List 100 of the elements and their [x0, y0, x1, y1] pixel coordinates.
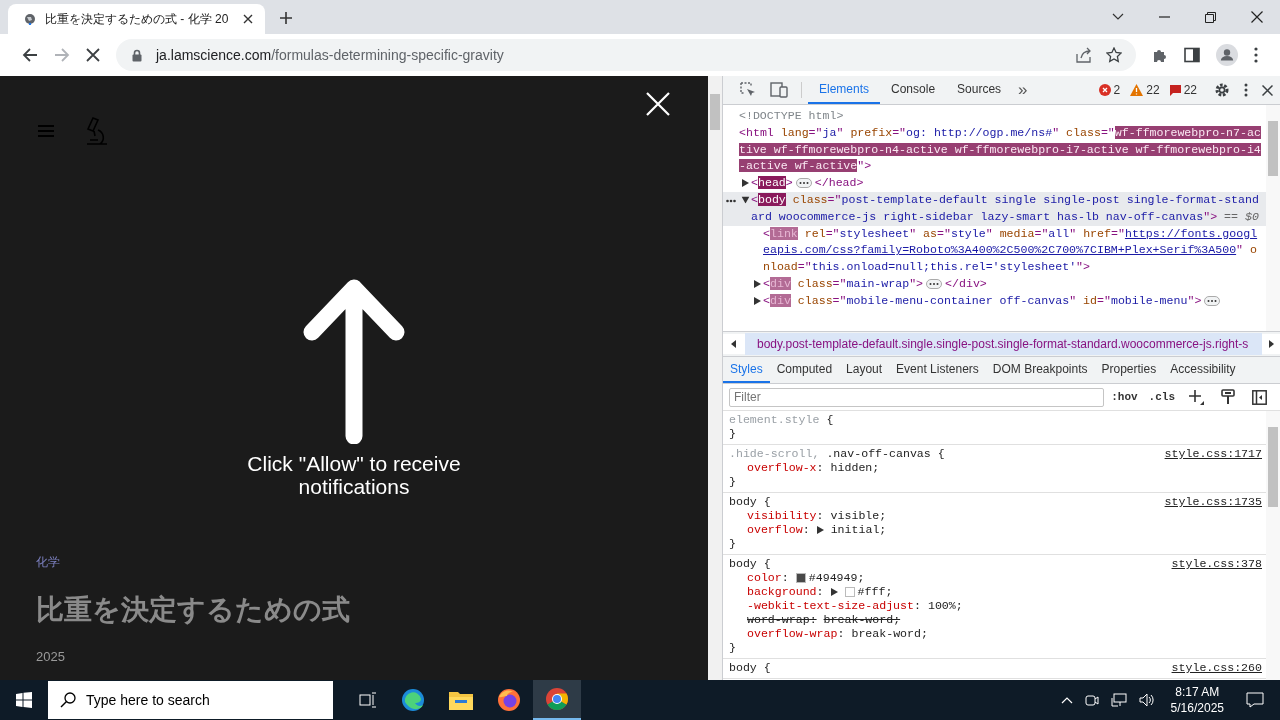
scroll-left-icon[interactable] [723, 334, 745, 354]
back-icon[interactable] [22, 47, 38, 63]
fox-browser-icon[interactable] [497, 688, 521, 712]
count-text: 22 [1183, 83, 1197, 97]
css-property: overflow-wrap: [747, 627, 845, 641]
volume-icon[interactable] [1138, 693, 1155, 707]
styles-tab[interactable]: Accessibility [1163, 357, 1243, 383]
css-property: overflow: [747, 523, 810, 537]
css-value: hidden; [829, 461, 880, 475]
network-icon[interactable] [1110, 693, 1127, 707]
styles-tab[interactable]: Properties [1094, 357, 1164, 383]
styles-tab[interactable]: Computed [769, 357, 840, 383]
stop-icon[interactable] [86, 48, 100, 62]
css-value: break-word; [850, 627, 928, 641]
clock-date[interactable]: 5/16/2025 [1170, 700, 1224, 716]
css-property: background: [747, 585, 824, 599]
styles-tab[interactable]: Styles [723, 357, 770, 383]
source-link[interactable]: style.css:1735 [1164, 495, 1262, 509]
scrollbar[interactable] [1266, 411, 1280, 680]
count-badge[interactable]: 22 [1169, 83, 1197, 97]
css-selector: .hide-scroll, .nav-off-canvas { [729, 447, 946, 461]
plus-icon[interactable] [1189, 389, 1204, 405]
toggle-button[interactable]: .cls [1144, 391, 1179, 403]
source-link[interactable]: style.css:260 [1171, 661, 1262, 675]
category-link[interactable]: 化学 [36, 554, 60, 571]
chevron-up-icon[interactable] [1060, 696, 1073, 704]
puzzle-icon[interactable] [1152, 47, 1168, 63]
error-icon [1098, 84, 1111, 96]
chevron-down-icon[interactable] [1112, 13, 1124, 21]
ellipsis-icon[interactable] [926, 278, 943, 289]
devtools-tab[interactable]: Elements [808, 76, 881, 104]
swirl-browser-icon[interactable] [401, 688, 425, 712]
styles-tab[interactable]: Layout [839, 357, 890, 383]
count-badge[interactable]: 22 [1130, 83, 1160, 97]
kebab-menu-icon[interactable] [1244, 83, 1248, 97]
profile-icon[interactable] [1216, 44, 1238, 66]
taskbar-search-field[interactable]: Type here to search [48, 681, 333, 719]
paint-roller-icon[interactable] [1221, 389, 1235, 405]
article-title: 比重を決定するための式 [36, 593, 350, 627]
expand-triangle-icon[interactable] [753, 279, 761, 288]
browser-tab[interactable]: 比重を決定するための式 - 化学 20 [8, 4, 266, 34]
taskbar-app-button[interactable] [533, 680, 581, 720]
code-text: </head> [814, 176, 864, 190]
lock-icon [132, 48, 142, 62]
count-text: 22 [1146, 83, 1160, 97]
more-tabs-button[interactable]: » [1012, 80, 1034, 100]
source-link[interactable]: style.css:378 [1171, 557, 1262, 571]
scrollbar[interactable] [708, 76, 722, 680]
menu-icon[interactable] [1254, 47, 1258, 63]
address-bar[interactable]: ja.lamscience.com/formulas-determining-specific-gravity [116, 39, 1136, 71]
notification-icon[interactable] [1246, 692, 1264, 708]
code-text: </div> [945, 276, 987, 290]
css-property: -webkit-text-size-adjust: [747, 599, 921, 613]
css-property: overflow-x: [747, 461, 824, 475]
devtools-tab[interactable]: Sources [946, 76, 1013, 104]
ring-browser-icon [545, 687, 569, 711]
dom-node[interactable]: <!DOCTYPE html> [723, 108, 1266, 125]
camera-icon[interactable] [1084, 693, 1099, 707]
css-property: visibility: [747, 509, 824, 523]
close-icon[interactable] [243, 14, 254, 24]
task-view-icon[interactable] [359, 692, 377, 708]
styles-tab[interactable]: Event Listeners [889, 357, 986, 383]
device-icon[interactable] [770, 82, 788, 98]
expand-triangle-icon[interactable] [830, 588, 838, 596]
source-link[interactable]: style.css:1717 [1164, 447, 1262, 461]
css-value: 100%; [926, 599, 963, 613]
expand-triangle-icon[interactable] [741, 196, 749, 204]
color-swatch[interactable] [844, 587, 855, 597]
ellipsis-icon[interactable] [795, 178, 812, 189]
styles-tab[interactable]: DOM Breakpoints [985, 357, 1095, 383]
ellipsis-icon[interactable] [726, 199, 736, 203]
windows-start-icon[interactable] [16, 692, 32, 708]
breadcrumb-item[interactable]: body.post-template-default.single.single-post.single-format-standard.woocommerce-js.right-s [745, 333, 1262, 355]
toggle-button[interactable]: :hov [1107, 391, 1142, 403]
css-property: color: [747, 571, 789, 585]
css-selector: body { [729, 557, 772, 571]
scrollbar[interactable] [1266, 105, 1280, 331]
inspect-icon[interactable] [740, 82, 756, 98]
count-badge[interactable]: 2 [1098, 83, 1121, 97]
filter-field[interactable]: Filter [729, 387, 1105, 407]
color-swatch[interactable] [795, 573, 806, 583]
close-icon[interactable] [1251, 11, 1263, 23]
restore-icon[interactable] [1205, 11, 1216, 23]
star-icon[interactable] [1106, 47, 1122, 63]
clock-time[interactable]: 8:17 AM [1175, 684, 1220, 700]
sidebar-toggle-icon[interactable] [1252, 389, 1267, 405]
close-icon[interactable] [1262, 84, 1273, 96]
expand-triangle-icon[interactable] [741, 179, 749, 188]
new-tab-icon[interactable] [279, 11, 294, 25]
ellipsis-icon[interactable] [1204, 295, 1221, 306]
expand-triangle-icon[interactable] [753, 296, 761, 305]
settings-icon[interactable] [1214, 82, 1230, 98]
closing-brace: } [729, 475, 736, 489]
side-panel-icon[interactable] [1184, 47, 1200, 63]
share-icon[interactable] [1076, 47, 1092, 63]
devtools-tab[interactable]: Console [880, 76, 947, 104]
folder-icon[interactable] [449, 690, 473, 710]
expand-triangle-icon[interactable] [816, 526, 824, 534]
search-icon [60, 692, 76, 708]
scroll-right-icon[interactable] [1262, 334, 1280, 354]
